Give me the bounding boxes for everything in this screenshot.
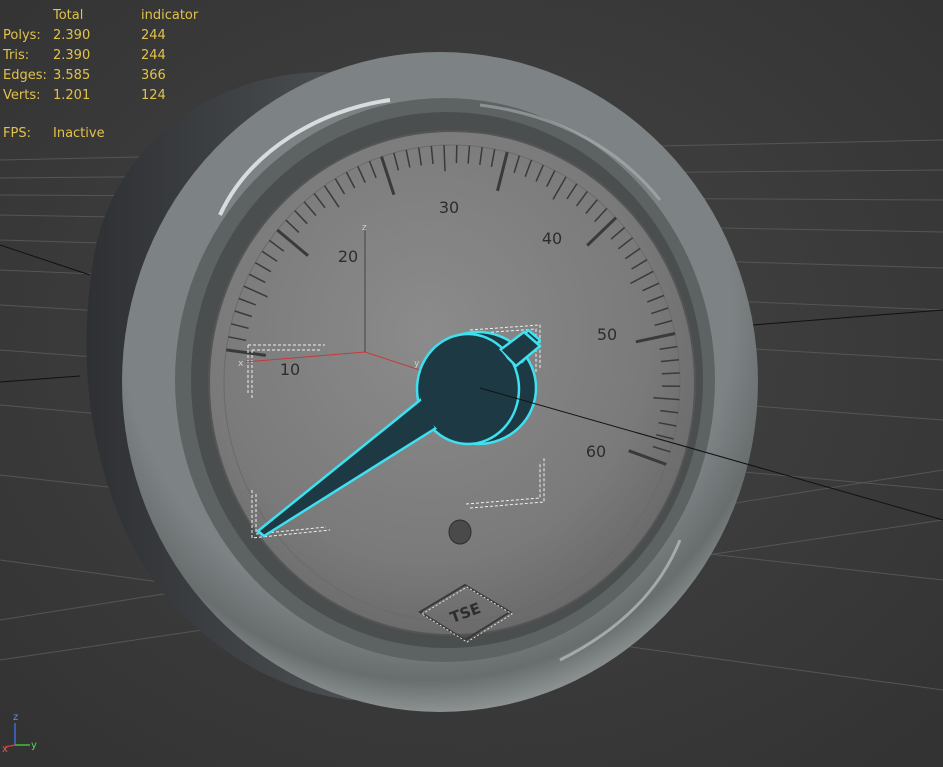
gizmo-z-label: z <box>362 223 367 233</box>
stats-row-object: 244 <box>141 48 166 63</box>
calibration-screw <box>448 519 472 545</box>
stats-row-object: 124 <box>141 88 166 103</box>
minor-tick <box>443 145 446 172</box>
stats-row-object: 244 <box>141 28 166 43</box>
gizmo-y-label: y <box>414 359 420 369</box>
scale-label: 50 <box>597 325 617 344</box>
tripod-z-label: z <box>13 712 18 723</box>
scale-label: 40 <box>542 229 562 248</box>
scale-label: 30 <box>439 198 459 217</box>
stats-total-header: Total <box>53 8 84 23</box>
gizmo-x-label: x <box>238 359 244 369</box>
3d-viewport[interactable]: 10 20 30 40 50 60 TSE z x y z y x Total … <box>0 0 943 767</box>
stats-row-label: Edges: <box>3 68 47 83</box>
scene-canvas[interactable]: 10 20 30 40 50 60 TSE z x y z y x <box>0 0 943 767</box>
fps-label: FPS: <box>3 126 31 141</box>
stats-row-object: 366 <box>141 68 166 83</box>
scale-label: 10 <box>280 360 300 379</box>
scale-label: 60 <box>586 442 606 461</box>
stats-row-total: 3.585 <box>53 68 91 83</box>
fps-value: Inactive <box>53 126 105 141</box>
minor-tick <box>661 372 680 375</box>
tripod-x-label: x <box>2 744 8 755</box>
stats-object-header: indicator <box>141 8 199 23</box>
stats-row-total: 1.201 <box>53 88 91 103</box>
scale-label: 20 <box>338 247 358 266</box>
stats-row-label: Polys: <box>3 28 41 43</box>
stats-row-label: Verts: <box>3 88 41 103</box>
stats-row-total: 2.390 <box>53 28 91 43</box>
stats-row-label: Tris: <box>3 48 30 63</box>
tripod-y-label: y <box>31 740 37 751</box>
stats-row-total: 2.390 <box>53 48 91 63</box>
